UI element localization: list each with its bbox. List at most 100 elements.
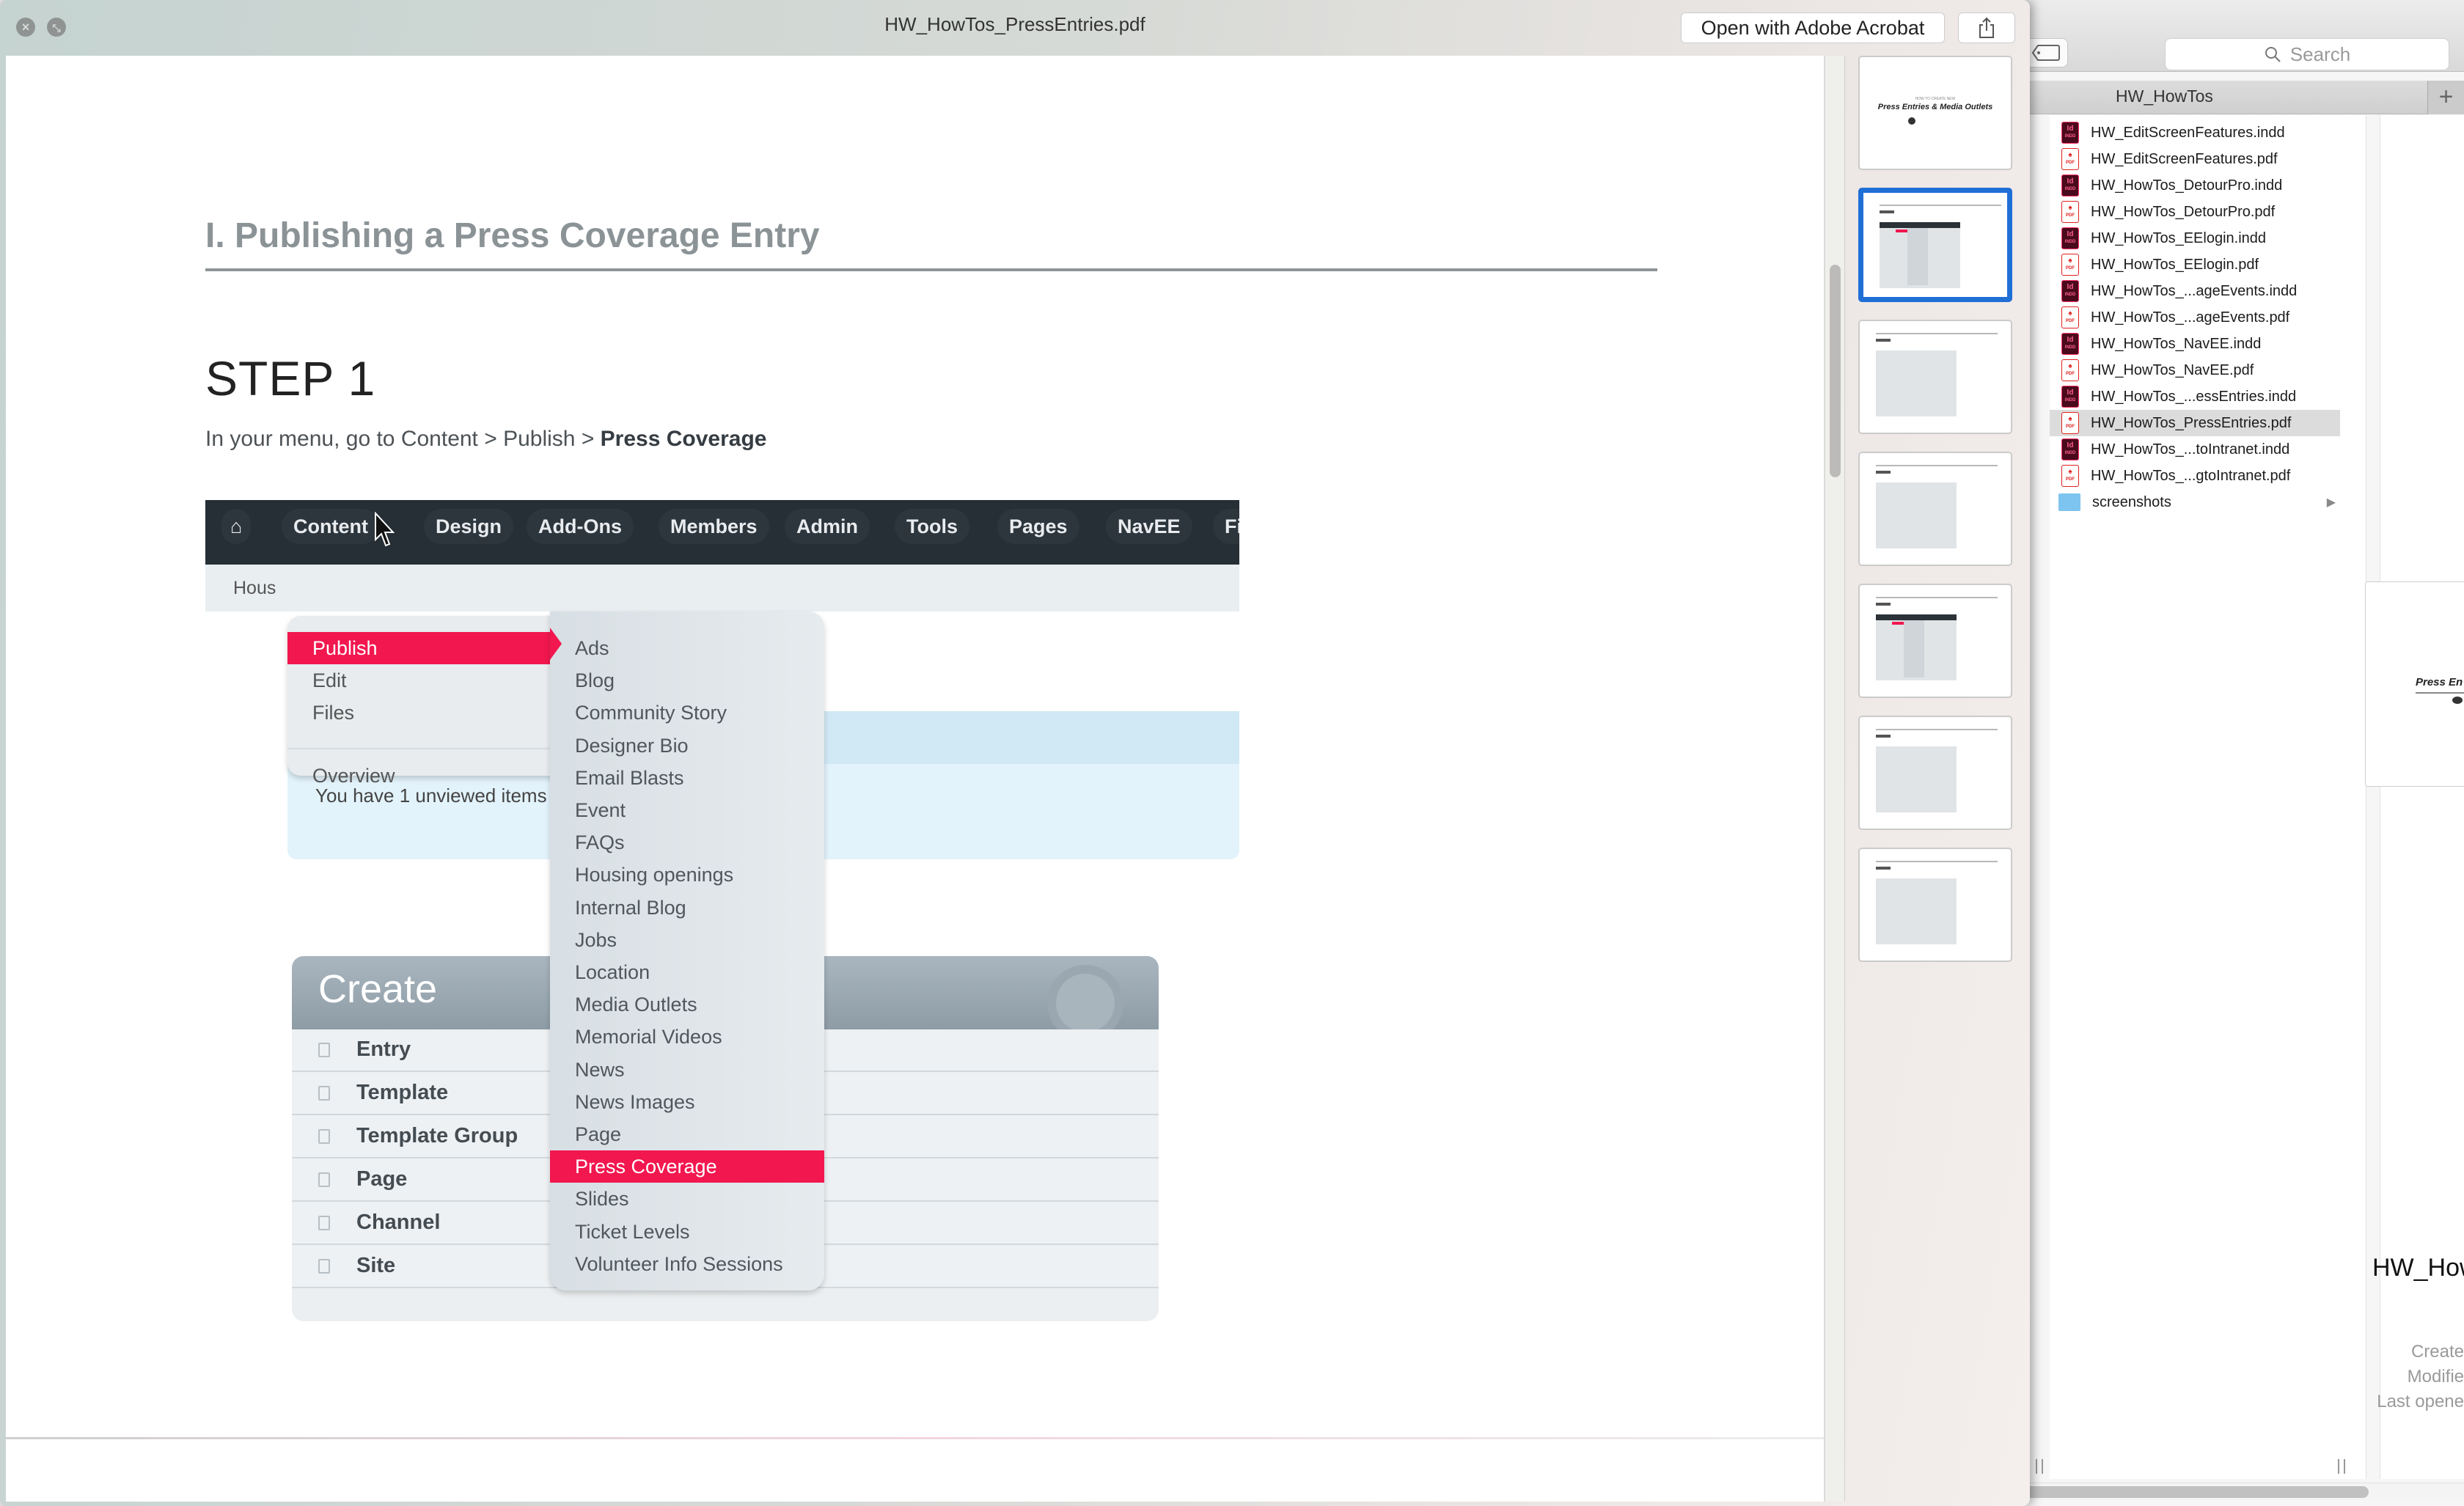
column-resize-handle[interactable] [2338,1459,2345,1474]
file-row[interactable]: Id INDD HW_EditScreenFeatures.indd [2050,120,2340,146]
nav-item[interactable]: Admin [785,509,870,544]
file-row[interactable]: Id INDD HW_HowTos_...essEntries.indd [2050,383,2340,410]
horizontal-scrollbar[interactable] [2009,1483,2464,1500]
submenu-item[interactable]: Designer Bio [550,730,824,762]
file-name: screenshots [2092,493,2171,510]
submenu-item[interactable]: Ads [550,632,824,664]
page-thumbnail[interactable] [1858,584,2012,698]
submenu-item[interactable]: Email Blasts [550,762,824,794]
submenu-item[interactable]: FAQs [550,826,824,859]
breadcrumb: Hous [233,578,276,598]
file-row[interactable]: Id INDD HW_HowTos_DetourPro.indd [2050,172,2340,199]
create-panel-title: Create [318,967,438,1011]
preview-thumb-help-icon [2452,697,2463,704]
nav-item[interactable]: Members [659,509,769,544]
search-placeholder: Search [2289,43,2351,65]
thumb-step-title [1876,867,1891,870]
page-thumbnail[interactable] [1858,848,2012,962]
submenu-item[interactable]: Slides [550,1183,824,1215]
search-field[interactable]: Search [2165,38,2449,70]
file-row[interactable]: ♠ PDF HW_EditScreenFeatures.pdf [2050,146,2340,172]
nav-item[interactable]: Tools [895,509,969,544]
share-icon [1979,17,1994,38]
preview-thumb-rule [2416,692,2464,694]
cover-subtitle: HOW TO CREATE NEW [1915,97,1956,101]
file-row[interactable]: ♠ PDF HW_HowTos_DetourPro.pdf [2050,199,2340,225]
folder-icon [2058,493,2080,511]
preview-file-name: HW_How [2372,1254,2464,1282]
page-thumbnail[interactable] [1858,320,2012,434]
menu-item[interactable]: Overview [287,760,566,792]
share-button[interactable] [1958,12,2015,43]
file-row[interactable]: ♠ PDF HW_HowTos_...gtoIntranet.pdf [2050,463,2340,489]
page-thumbnail[interactable] [1858,716,2012,830]
vertical-scrollbar-thumb[interactable] [1830,265,1841,477]
file-row[interactable]: Id INDD HW_HowTos_...toIntranet.indd [2050,436,2340,463]
page-thumbnail[interactable] [1858,452,2012,566]
publish-submenu: Ads Blog Community Story Designer Bio Email … [550,611,824,1290]
open-with-acrobat-button[interactable]: Open with Adobe Acrobat [1681,12,1945,43]
nav-home[interactable]: ⌂ [221,509,252,544]
create-row-label: Entry [356,1037,411,1061]
column-resize-handle[interactable] [2036,1459,2043,1474]
submenu-item[interactable]: Press Coverage [550,1150,824,1183]
file-column: Id INDD HW_EditScreenFeatures.indd ♠ PDF HW_E… [2050,115,2366,1479]
menu-item[interactable]: Publish [287,632,566,664]
file-name: HW_HowTos_...ageEvents.pdf [2091,309,2290,326]
nav-item[interactable]: Design [424,509,514,544]
submenu-item[interactable]: Volunteer Info Sessions [550,1248,824,1280]
submenu-item[interactable]: Jobs [550,924,824,956]
menu-item-label: Publish [312,637,378,659]
submenu-item[interactable]: News [550,1054,824,1086]
file-name: HW_HowTos_...ageEvents.indd [2091,282,2298,299]
vertical-scrollbar[interactable] [1825,56,1845,1502]
file-name: HW_EditScreenFeatures.indd [2091,124,2285,141]
file-row[interactable]: ♠ PDF HW_HowTos_PressEntries.pdf [2050,410,2340,436]
nav-item[interactable]: Fil [1213,509,1239,544]
submenu-item[interactable]: Media Outlets [550,988,824,1021]
instruction-bold: Press Coverage [600,427,767,451]
create-row-label: Site [356,1254,396,1277]
submenu-item[interactable]: Page [550,1118,824,1150]
publish-active-arrow [550,628,562,660]
create-row-label: Page [356,1167,408,1191]
site-icon [318,1259,330,1274]
file-preview-thumbnail: Press En [2365,581,2464,787]
file-name: HW_HowTos_DetourPro.indd [2091,177,2283,194]
submenu-item[interactable]: Event [550,794,824,826]
page-thumbnail[interactable] [1858,188,2012,302]
submenu-item[interactable]: Blog [550,664,824,697]
menu-item[interactable]: Edit▸ [287,664,566,697]
nav-item[interactable]: Add-Ons [527,509,634,544]
nav-item[interactable]: NavEE [1106,509,1192,544]
file-row[interactable]: screenshots ▶ [2050,489,2340,515]
thumb-heading-rule [1876,465,1998,466]
file-row[interactable]: Id INDD HW_HowTos_...ageEvents.indd [2050,278,2340,304]
instruction-text: In your menu, go to Content > Publish > [205,427,601,451]
submenu-item[interactable]: Housing openings [550,859,824,891]
thumb-dropdown [1907,228,1928,285]
nav-item[interactable]: Content [282,509,380,544]
tag-button[interactable] [2024,38,2068,67]
file-row[interactable]: Id INDD HW_HowTos_EElogin.indd [2050,225,2340,251]
submenu-item[interactable]: Memorial Videos [550,1021,824,1053]
file-row[interactable]: Id INDD HW_HowTos_NavEE.indd [2050,331,2340,357]
file-row[interactable]: ♠ PDF HW_HowTos_NavEE.pdf [2050,357,2340,383]
submenu-item[interactable]: News Images [550,1086,824,1118]
submenu-item[interactable]: Location [550,956,824,988]
add-tab-button[interactable]: + [2427,81,2464,114]
pdf-file-icon: ♠ PDF [2061,148,2079,170]
folder-tab-title[interactable]: HW_HowTos [2116,87,2213,106]
menu-item[interactable]: Files▸ [287,697,566,729]
nav-item[interactable]: Pages [997,509,1079,544]
submenu-item[interactable]: Community Story [550,697,824,729]
submenu-item[interactable]: Ticket Levels [550,1216,824,1248]
file-row[interactable]: ♠ PDF HW_HowTos_EElogin.pdf [2050,251,2340,278]
thumb-step-title [1876,339,1891,342]
file-row[interactable]: ♠ PDF HW_HowTos_...ageEvents.pdf [2050,304,2340,331]
submenu-item[interactable]: Internal Blog [550,892,824,924]
horizontal-scrollbar-thumb[interactable] [2009,1486,2369,1498]
document-icon [318,1129,330,1144]
modified-label: Modifie [2369,1367,2464,1387]
page-thumbnail[interactable]: HOW TO CREATE NEW Press Entries & Media O… [1858,56,2012,170]
